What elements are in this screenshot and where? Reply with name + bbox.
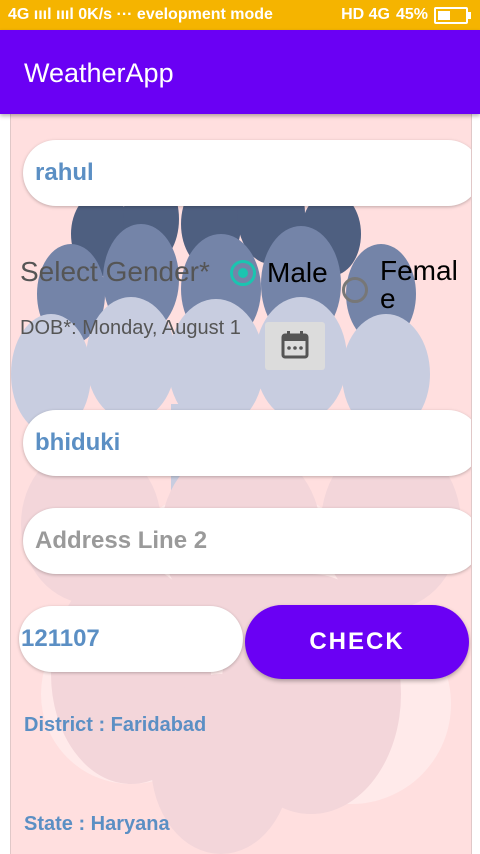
status-right: HD 4G 45% [341, 6, 471, 24]
calendar-button[interactable] [265, 322, 325, 370]
battery-fill [438, 10, 450, 20]
battery-percent: 45% [395, 6, 428, 23]
check-button[interactable]: CHECK [245, 605, 469, 679]
address-line2-placeholder: Address Line 2 [35, 527, 208, 554]
district-text: District : Faridabad [24, 714, 207, 736]
cloud-background-image [11, 164, 461, 854]
name-value: rahul [35, 159, 94, 186]
form-content[interactable]: rahul Select Gender* Male Femal e DOB*: … [10, 114, 472, 854]
address-line1-value: bhiduki [35, 429, 121, 456]
radio-female[interactable] [342, 277, 368, 303]
radio-male-label[interactable]: Male [267, 257, 328, 289]
gender-label: Select Gender* [20, 256, 210, 287]
pincode-value: 121107 [21, 625, 100, 652]
status-left-text: 4G ıııl ıııl 0K/s ··· evelopment mode [8, 6, 273, 23]
pincode-field[interactable]: 121107 [19, 606, 243, 672]
app-title: WeatherApp [24, 58, 174, 88]
name-field[interactable]: rahul [23, 140, 471, 206]
app-bar: WeatherApp [0, 30, 480, 114]
calendar-icon [281, 331, 309, 359]
status-bar: 4G ıııl ıııl 0K/s ··· evelopment mode HD… [0, 0, 480, 30]
battery-icon [434, 6, 471, 24]
dob-label: DOB*: Monday, August 1 [20, 317, 241, 339]
radio-male[interactable] [230, 260, 256, 286]
address-line2-field[interactable]: Address Line 2 [23, 508, 471, 574]
network-indicator: HD 4G [341, 6, 390, 23]
radio-female-label[interactable]: Femal e [380, 257, 466, 312]
state-text: State : Haryana [24, 813, 170, 835]
address-line1-field[interactable]: bhiduki [23, 410, 471, 476]
